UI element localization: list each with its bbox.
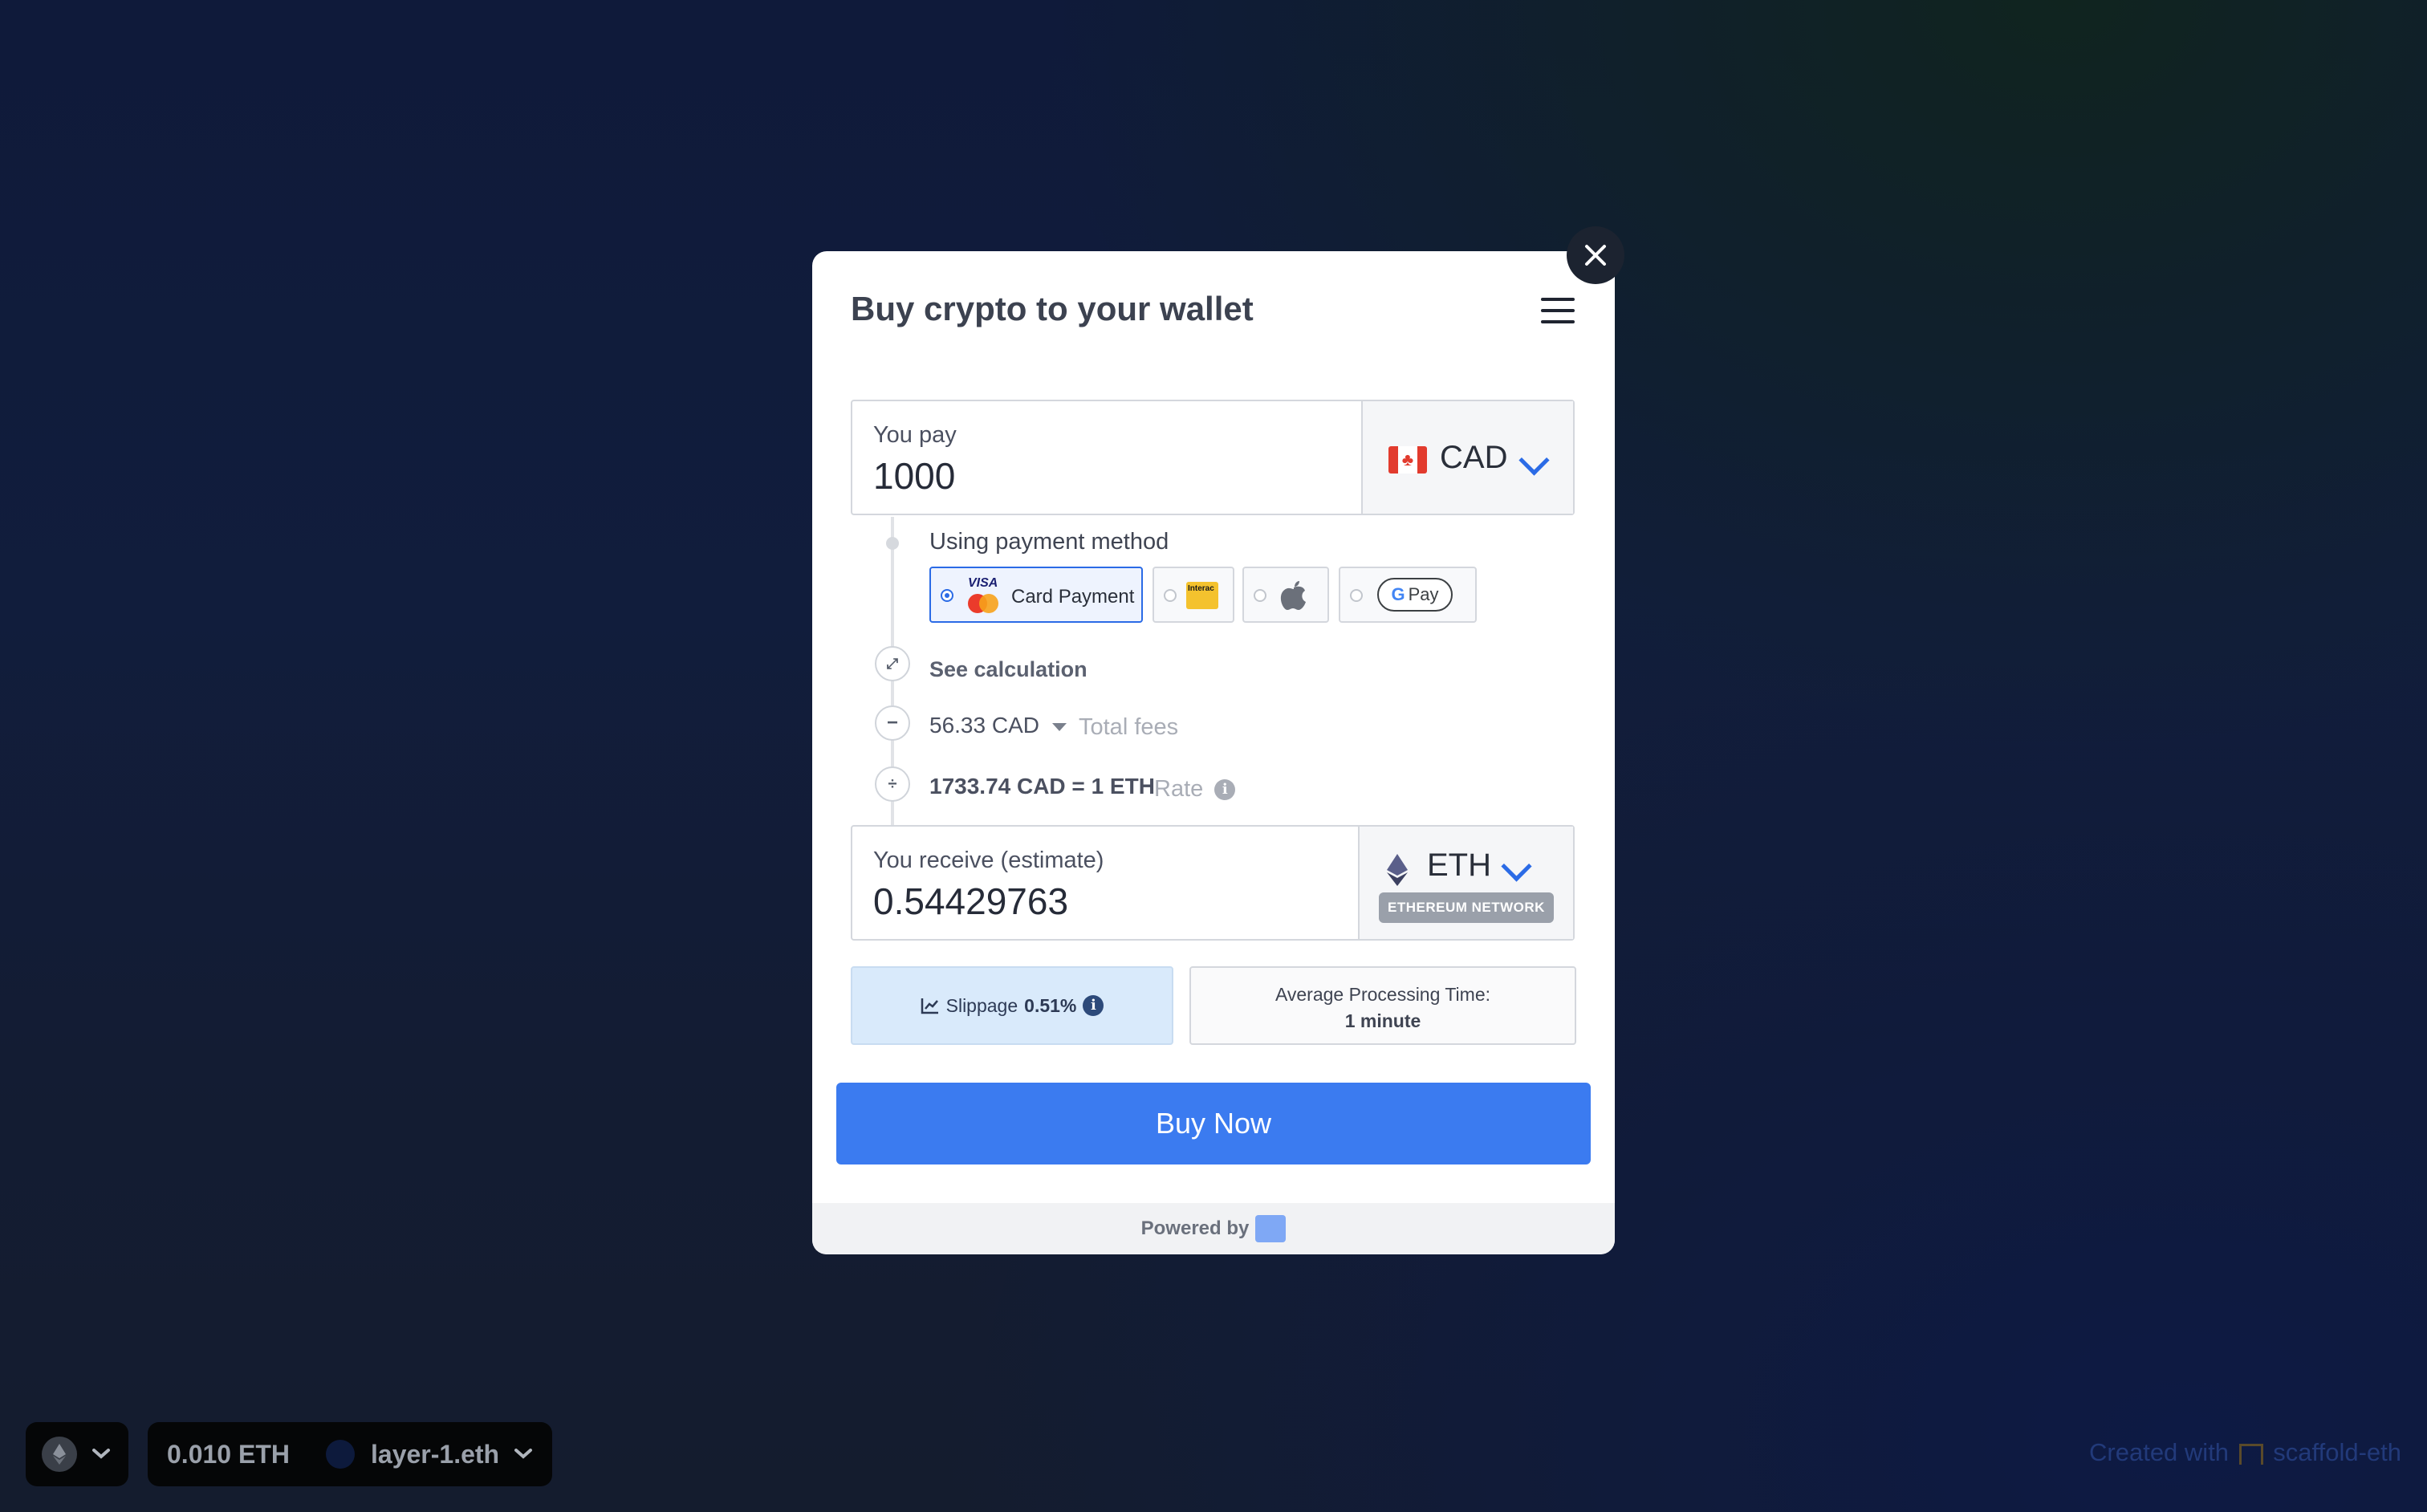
radio-unselected bbox=[1350, 589, 1363, 602]
close-icon bbox=[1585, 245, 1606, 266]
google-g-icon: G bbox=[1391, 584, 1405, 604]
pay-field: You pay 1000 ♣ CAD bbox=[851, 400, 1575, 515]
fiat-currency-code: CAD bbox=[1440, 440, 1508, 475]
interac-logo: Interac bbox=[1186, 582, 1218, 609]
avatar bbox=[326, 1440, 355, 1469]
mastercard-icon bbox=[968, 594, 1000, 613]
payment-option-interac[interactable]: Interac bbox=[1153, 567, 1234, 623]
info-icon[interactable]: i bbox=[1214, 779, 1236, 801]
payment-option-google-pay[interactable]: G Pay bbox=[1339, 567, 1477, 623]
apple-icon bbox=[1280, 581, 1306, 610]
radio-unselected bbox=[1164, 589, 1177, 602]
wallet-account-button[interactable]: 0.010 ETH layer-1.eth bbox=[148, 1422, 552, 1486]
slippage-label: Slippage bbox=[945, 994, 1018, 1016]
slippage-value: 0.51% bbox=[1024, 994, 1077, 1016]
chevron-down-icon bbox=[1501, 851, 1532, 882]
payment-option-apple-pay[interactable] bbox=[1242, 567, 1329, 623]
info-icon[interactable]: i bbox=[1083, 995, 1104, 1016]
total-fees-label: Total fees bbox=[1079, 714, 1179, 740]
crypto-currency-code: ETH bbox=[1427, 847, 1491, 883]
scaffold-icon bbox=[2238, 1443, 2263, 1465]
processing-time-value: 1 minute bbox=[1344, 1010, 1421, 1031]
buy-now-button[interactable]: Buy Now bbox=[836, 1083, 1591, 1164]
provider-logo bbox=[1255, 1215, 1287, 1242]
chart-line-icon bbox=[921, 998, 938, 1014]
crypto-currency-selector[interactable]: ETH ETHEREUM NETWORK bbox=[1358, 827, 1573, 939]
caret-down-icon bbox=[1051, 722, 1067, 731]
total-fees-value[interactable]: 56.33 CAD bbox=[929, 713, 1067, 738]
receive-amount-value: 0.54429763 bbox=[873, 880, 1069, 922]
close-modal-button[interactable] bbox=[1567, 226, 1624, 284]
fiat-currency-selector[interactable]: ♣ CAD bbox=[1361, 401, 1573, 514]
powered-by-label: Powered by bbox=[1140, 1217, 1250, 1239]
radio-unselected bbox=[1254, 589, 1266, 602]
buy-crypto-modal: Buy crypto to your wallet You pay 1000 ♣… bbox=[812, 251, 1615, 1254]
created-with-link[interactable]: Created with scaffold-eth bbox=[2089, 1438, 2401, 1467]
processing-time-info: Average Processing Time: 1 minute bbox=[1189, 966, 1576, 1045]
hamburger-menu-icon[interactable] bbox=[1541, 298, 1575, 323]
payment-method-label: Using payment method bbox=[929, 529, 1169, 555]
divide-icon: ÷ bbox=[875, 766, 910, 802]
canada-flag-icon: ♣ bbox=[1388, 446, 1427, 474]
timeline-dot bbox=[886, 537, 899, 550]
pay-label: You pay bbox=[873, 422, 957, 448]
wallet-balance: 0.010 ETH bbox=[167, 1440, 290, 1469]
payment-option-card[interactable]: VISA Card Payment bbox=[929, 567, 1143, 623]
modal-title: Buy crypto to your wallet bbox=[851, 290, 1254, 327]
ethereum-icon bbox=[1387, 854, 1408, 886]
see-calculation-link[interactable]: See calculation bbox=[929, 657, 1087, 682]
chevron-down-icon bbox=[514, 1449, 532, 1459]
rate-label: Rate i bbox=[1154, 776, 1236, 803]
account-name: layer-1.eth bbox=[371, 1440, 500, 1469]
network-badge: ETHEREUM NETWORK bbox=[1379, 892, 1554, 923]
receive-field: You receive (estimate) 0.54429763 ETH ET… bbox=[851, 825, 1575, 941]
ethereum-icon bbox=[42, 1437, 77, 1472]
expand-calculation-icon[interactable]: ⤢ bbox=[875, 646, 910, 681]
network-switch-button[interactable] bbox=[26, 1422, 128, 1486]
exchange-rate-value: 1733.74 CAD = 1 ETH bbox=[929, 774, 1155, 799]
chevron-down-icon bbox=[92, 1449, 110, 1459]
radio-selected bbox=[941, 589, 953, 602]
slippage-info: Slippage 0.51% i bbox=[851, 966, 1173, 1045]
chevron-down-icon bbox=[1518, 445, 1550, 476]
minus-icon: − bbox=[875, 705, 910, 741]
pay-amount-input[interactable]: 1000 bbox=[873, 454, 955, 498]
card-payment-label: Card Payment bbox=[1011, 586, 1135, 608]
receive-label: You receive (estimate) bbox=[873, 847, 1104, 873]
google-pay-logo: G Pay bbox=[1377, 578, 1453, 612]
processing-time-label: Average Processing Time: bbox=[1274, 984, 1491, 1005]
powered-by-footer: Powered by bbox=[812, 1203, 1615, 1254]
visa-logo: VISA bbox=[968, 576, 998, 590]
